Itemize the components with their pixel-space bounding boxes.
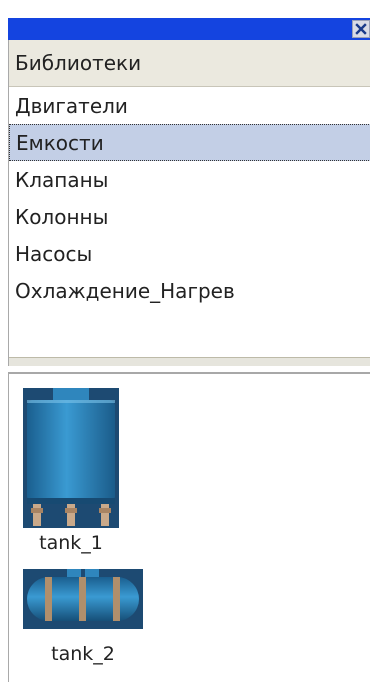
panel-titlebar (8, 18, 370, 40)
library-panel: Библиотеки Двигатели Емкости Клапаны Кол… (0, 0, 370, 682)
library-item-klapany[interactable]: Клапаны (9, 161, 370, 198)
element-label-tank-2: tank_2 (51, 643, 115, 665)
close-icon (355, 23, 367, 35)
vertical-tank-icon (23, 388, 119, 528)
library-list: Библиотеки Двигатели Емкости Клапаны Кол… (8, 40, 370, 366)
list-bottom-border (9, 357, 370, 366)
element-gallery: tank_1 tank_2 (8, 372, 370, 682)
element-label-tank-1: tank_1 (39, 532, 103, 554)
library-item-emkosti[interactable]: Емкости (9, 124, 370, 161)
element-tile-tank-2[interactable]: tank_2 (23, 569, 143, 665)
library-item-nasosy[interactable]: Насосы (9, 235, 370, 272)
library-list-header: Библиотеки (9, 40, 370, 87)
element-tile-tank-1[interactable]: tank_1 (23, 388, 119, 554)
close-button[interactable] (352, 20, 370, 38)
library-item-okhlazhdenie-nagrev[interactable]: Охлаждение_Нагрев (9, 272, 370, 309)
horizontal-tank-icon (23, 569, 143, 629)
library-item-kolonny[interactable]: Колонны (9, 198, 370, 235)
library-item-dvigateli[interactable]: Двигатели (9, 87, 370, 124)
